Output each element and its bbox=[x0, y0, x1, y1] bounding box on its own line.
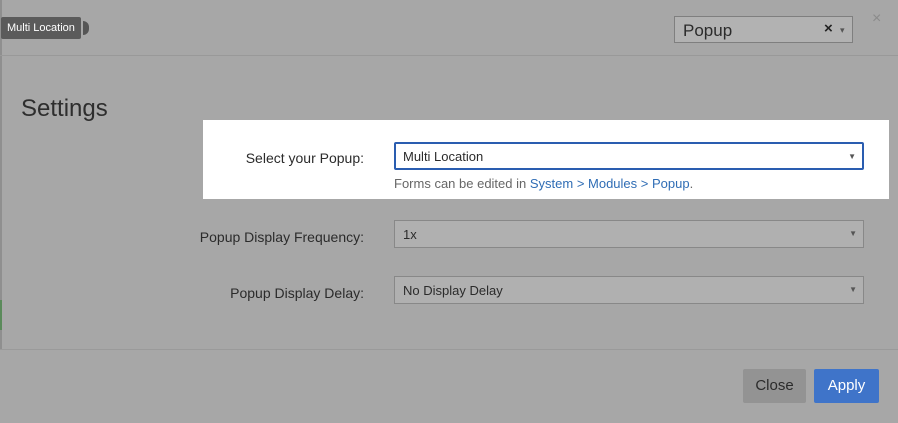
chevron-down-icon[interactable]: ▼ bbox=[849, 285, 857, 294]
modules-popup-link[interactable]: System > Modules > Popup bbox=[530, 176, 690, 191]
display-frequency-label: Popup Display Frequency: bbox=[199, 229, 364, 245]
display-delay-dropdown[interactable]: No Display Delay ▼ bbox=[394, 276, 864, 304]
select-popup-label: Select your Popup: bbox=[245, 150, 364, 166]
module-type-value: Popup bbox=[683, 21, 733, 40]
clear-icon[interactable]: × bbox=[824, 20, 833, 37]
tooltip-anchor bbox=[83, 21, 89, 35]
display-frequency-dropdown[interactable]: 1x ▼ bbox=[394, 220, 864, 248]
footer-divider bbox=[0, 349, 898, 350]
forms-edit-hint: Forms can be edited in System > Modules … bbox=[394, 176, 693, 191]
modal-header: Multi Location Popup × ▾ × bbox=[0, 0, 898, 56]
display-delay-value: No Display Delay bbox=[403, 283, 503, 298]
select-popup-dropdown[interactable]: Multi Location ▼ bbox=[394, 142, 864, 170]
close-button[interactable]: Close bbox=[743, 369, 806, 403]
chevron-down-icon[interactable]: ▾ bbox=[840, 25, 845, 36]
hint-suffix: . bbox=[689, 176, 694, 191]
multi-location-tooltip: Multi Location bbox=[1, 17, 81, 39]
popup-settings-modal: Multi Location Popup × ▾ × Settings Sele… bbox=[0, 0, 898, 423]
chevron-down-icon[interactable]: ▼ bbox=[848, 152, 856, 161]
select-popup-value: Multi Location bbox=[403, 149, 484, 164]
left-edge-accent bbox=[0, 300, 2, 330]
display-delay-label: Popup Display Delay: bbox=[230, 285, 364, 301]
chevron-down-icon[interactable]: ▼ bbox=[849, 229, 857, 238]
settings-title: Settings bbox=[21, 95, 108, 122]
apply-button[interactable]: Apply bbox=[814, 369, 879, 403]
close-icon[interactable]: × bbox=[872, 10, 881, 28]
hint-prefix: Forms can be edited in bbox=[394, 176, 530, 191]
module-type-select[interactable]: Popup × ▾ bbox=[674, 16, 853, 43]
display-frequency-value: 1x bbox=[403, 227, 417, 242]
